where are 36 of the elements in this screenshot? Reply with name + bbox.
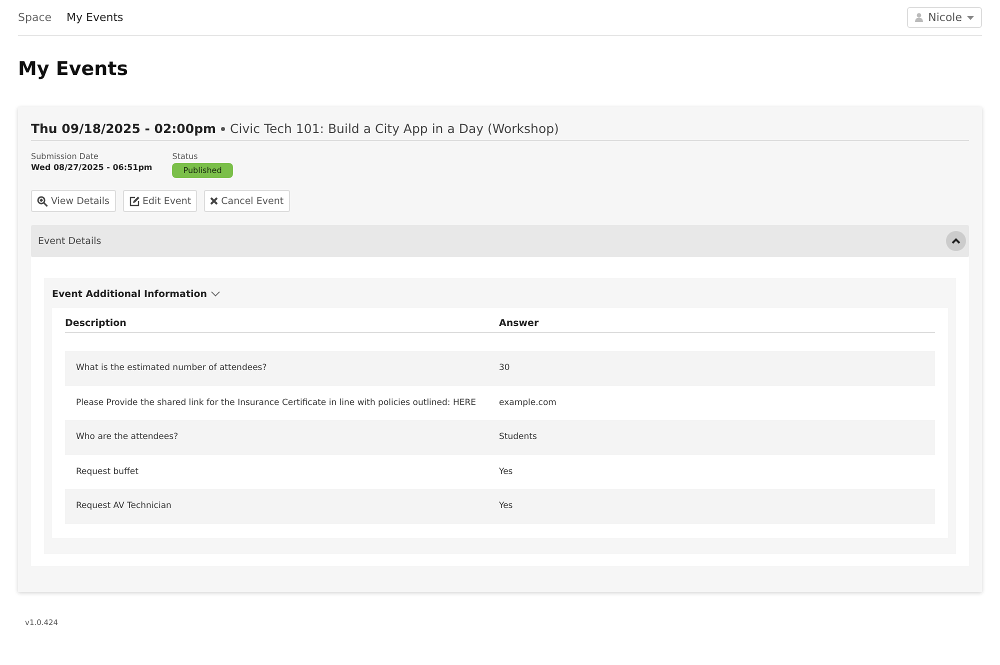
table-cell: Yes: [499, 501, 513, 512]
table-cell: 30: [499, 363, 510, 374]
bullet-icon: [221, 126, 226, 130]
column-header: Description: [65, 318, 128, 329]
close-icon: [210, 197, 218, 205]
field-label: Status: [172, 152, 198, 161]
table-cell-text: Request AV Technician: [75, 501, 172, 512]
table-cell-text: What is the estimated number of attendees?: [75, 363, 268, 374]
field-value: Wed 08/27/2025 - 06:51pm: [31, 163, 152, 172]
caret-icon: [967, 16, 974, 20]
edit-icon: [128, 196, 140, 206]
event-datetime: Thu 09/18/2025 - 02:00pm: [31, 121, 216, 136]
nav-link[interactable]: Space: [18, 11, 52, 24]
panel-title: Event Details: [38, 236, 102, 246]
collapse-icon[interactable]: [946, 231, 966, 251]
table-cell-text: Request buffet: [75, 466, 140, 477]
user-menu-button[interactable]: Nicole: [907, 7, 982, 28]
table-cell: Students: [499, 432, 537, 442]
chevron-icon[interactable]: [211, 291, 220, 297]
column-header: Answer: [499, 318, 539, 329]
table-cell-text: Please Provide the shared link for the Insurance Certificate in line with policies outlined: HERE: [75, 398, 478, 408]
nav-link[interactable]: My Events: [66, 11, 124, 24]
action-button[interactable]: View Details: [31, 190, 116, 212]
page-title: My Events: [18, 58, 130, 80]
table-cell: example.com: [499, 398, 556, 408]
table-cell: Yes: [499, 466, 513, 477]
event-name: Civic Tech 101: Build a City App in a Day (Workshop): [230, 121, 559, 136]
field-label: Submission Date: [31, 152, 98, 161]
panel-header[interactable]: Event Details: [31, 225, 969, 257]
section-title[interactable]: Event Additional Information: [52, 288, 208, 300]
action-button[interactable]: Cancel Event: [204, 190, 290, 212]
status-badge: Published: [172, 163, 233, 178]
action-button[interactable]: Edit Event: [122, 190, 198, 212]
user-icon: [915, 13, 924, 22]
table-cell-text: Who are the attendees?: [75, 432, 180, 442]
zoom-in-icon: [37, 196, 48, 206]
